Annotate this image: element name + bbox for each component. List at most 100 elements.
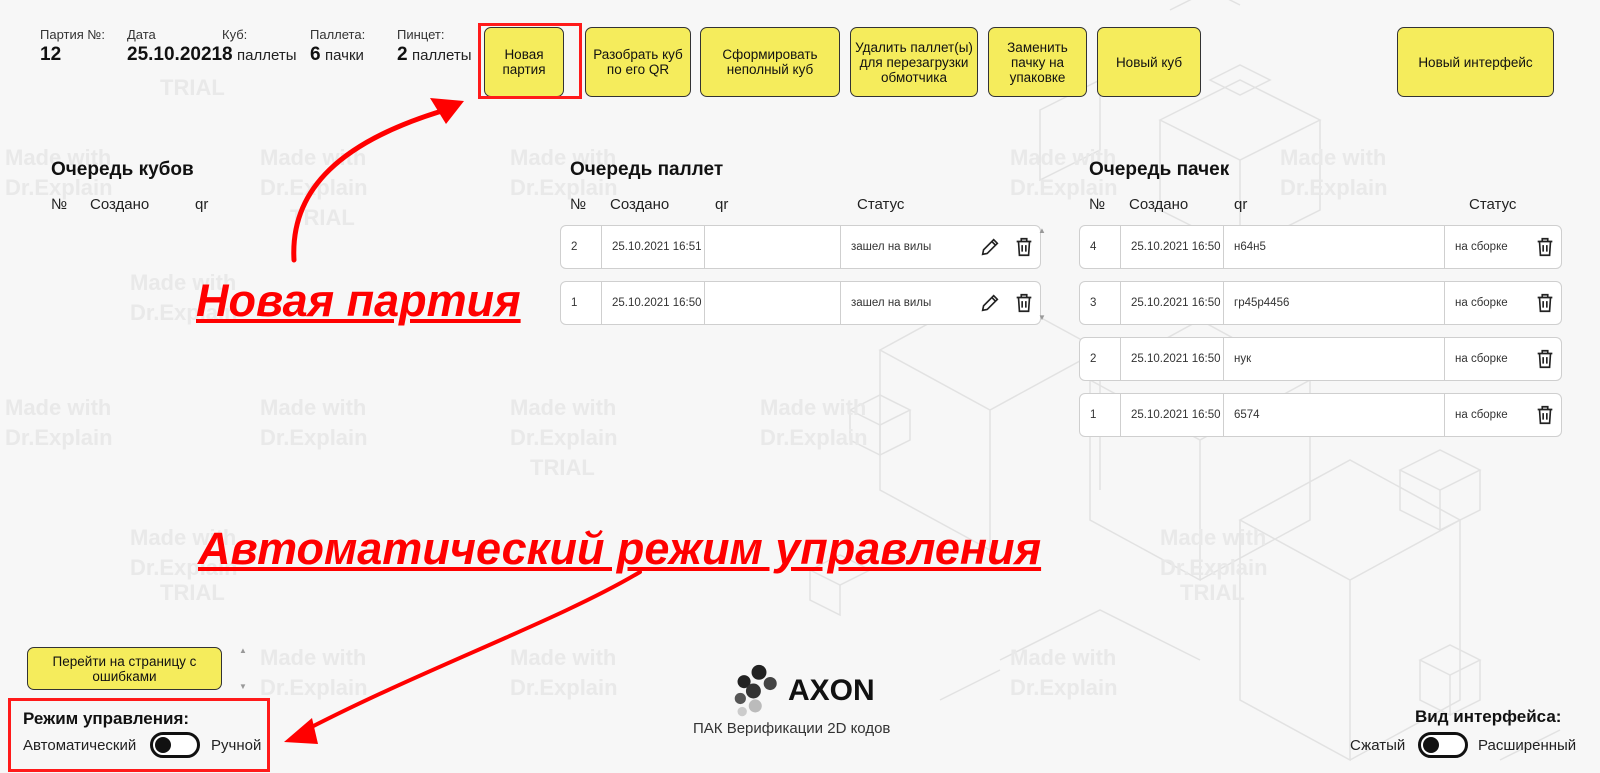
svg-text:TRIAL: TRIAL xyxy=(160,580,225,605)
new-cube-button[interactable]: Новый куб xyxy=(1097,27,1201,97)
row-status: на сборке xyxy=(1455,297,1508,309)
view-mode-compact-label: Сжатый xyxy=(1350,737,1406,754)
scroll-down-icon[interactable]: ▼ xyxy=(239,682,247,691)
svg-text:Made with: Made with xyxy=(510,395,616,420)
trash-icon[interactable] xyxy=(1534,292,1556,314)
svg-text:Dr.Explain: Dr.Explain xyxy=(260,675,368,700)
annotation-new-batch: Новая партия xyxy=(196,275,521,326)
svg-text:Dr.Explain: Dr.Explain xyxy=(1280,175,1388,200)
row-qr: 6574 xyxy=(1224,394,1445,436)
table-row[interactable]: 1 25.10.2021 16:50 зашел на вилы xyxy=(560,281,1041,325)
svg-text:Dr.Explain: Dr.Explain xyxy=(510,675,618,700)
svg-text:Made with: Made with xyxy=(760,395,866,420)
trash-icon[interactable] xyxy=(1534,236,1556,258)
scroll-up-icon[interactable]: ▲ xyxy=(239,646,247,655)
svg-text:Dr.Explain: Dr.Explain xyxy=(510,425,618,450)
view-mode-toggle[interactable] xyxy=(1418,732,1468,758)
date-label: Дата xyxy=(127,27,156,42)
row-status: зашел на вилы xyxy=(851,297,932,309)
tweezers-unit: паллеты xyxy=(412,47,472,64)
cube-unit: паллеты xyxy=(237,47,297,64)
table-row[interactable]: 4 25.10.2021 16:50 н64н5 на сборке xyxy=(1079,225,1562,269)
svg-text:Dr.Explain: Dr.Explain xyxy=(760,425,868,450)
row-num: 1 xyxy=(561,282,602,324)
pallet-col-created: Создано xyxy=(610,196,670,213)
row-created: 25.10.2021 16:51 xyxy=(602,226,705,268)
scroll-up-icon[interactable]: ▲ xyxy=(1038,226,1046,235)
cube-count: 8 паллеты xyxy=(222,44,297,66)
svg-text:Made with: Made with xyxy=(260,145,366,170)
row-num: 2 xyxy=(561,226,602,268)
table-row[interactable]: 3 25.10.2021 16:50 гр45р4456 на сборке xyxy=(1079,281,1562,325)
pack-col-status: Статус xyxy=(1469,196,1517,213)
trash-icon[interactable] xyxy=(1534,348,1556,370)
row-num: 1 xyxy=(1080,394,1121,436)
pack-col-created: Создано xyxy=(1129,196,1189,213)
row-created: 25.10.2021 16:50 xyxy=(1121,282,1224,324)
row-status: на сборке xyxy=(1455,353,1508,365)
errors-page-button[interactable]: Перейти на страницу с ошибками xyxy=(27,647,222,690)
tweezers-count: 2 паллеты xyxy=(397,44,472,66)
scroll-down-icon[interactable]: ▼ xyxy=(1038,313,1046,322)
pencil-icon[interactable] xyxy=(979,236,1001,258)
row-created: 25.10.2021 16:50 xyxy=(1121,338,1224,380)
row-created: 25.10.2021 16:50 xyxy=(1121,226,1224,268)
svg-text:Dr.Explain: Dr.Explain xyxy=(1160,555,1268,580)
pallet-col-num: № xyxy=(570,196,587,213)
cube-col-num: № xyxy=(51,196,68,213)
pencil-icon[interactable] xyxy=(979,292,1001,314)
table-row[interactable]: 2 25.10.2021 16:51 зашел на вилы xyxy=(560,225,1041,269)
annotation-arrows xyxy=(284,98,642,744)
trash-icon[interactable] xyxy=(1534,404,1556,426)
svg-text:Made with: Made with xyxy=(1010,645,1116,670)
table-row[interactable]: 2 25.10.2021 16:50 нук на сборке xyxy=(1079,337,1562,381)
pallet-value: 6 xyxy=(310,44,321,65)
delete-pallets-button[interactable]: Удалить паллет(ы) для перезагрузки обмот… xyxy=(850,27,978,97)
pack-col-qr: qr xyxy=(1234,196,1248,213)
cube-label: Куб: xyxy=(222,27,248,42)
annotation-auto-mode: Автоматический режим управления xyxy=(198,523,1042,574)
control-mode-highlight xyxy=(8,698,270,772)
row-qr xyxy=(705,226,841,268)
view-mode-title: Вид интерфейса: xyxy=(1415,707,1562,726)
row-qr: гр45р4456 xyxy=(1224,282,1445,324)
row-qr: нук xyxy=(1224,338,1445,380)
cube-col-qr: qr xyxy=(195,196,209,213)
brand-subtitle: ПАК Верификации 2D кодов xyxy=(693,720,891,737)
row-created: 25.10.2021 16:50 xyxy=(602,282,705,324)
svg-text:Made with: Made with xyxy=(260,645,366,670)
trash-icon[interactable] xyxy=(1013,292,1035,314)
form-incomplete-cube-button[interactable]: Сформировать неполный куб xyxy=(700,27,840,97)
batch-label: Партия №: xyxy=(40,27,105,42)
cube-queue-title: Очередь кубов xyxy=(51,159,194,180)
tweezers-label: Пинцет: xyxy=(397,27,445,42)
row-qr xyxy=(705,282,841,324)
cube-value: 8 xyxy=(222,44,233,65)
batch-value: 12 xyxy=(40,44,62,65)
svg-text:Made with: Made with xyxy=(510,645,616,670)
new-interface-button[interactable]: Новый интерфейс xyxy=(1397,27,1554,97)
replace-pack-button[interactable]: Заменить пачку на упаковке xyxy=(988,27,1087,97)
svg-text:TRIAL: TRIAL xyxy=(530,455,595,480)
svg-text:TRIAL: TRIAL xyxy=(1180,580,1245,605)
row-status: на сборке xyxy=(1455,241,1508,253)
pack-queue-title: Очередь пачек xyxy=(1089,159,1230,180)
svg-text:Made with: Made with xyxy=(1160,525,1266,550)
row-status: зашел на вилы xyxy=(851,241,932,253)
svg-text:Dr.Explain: Dr.Explain xyxy=(260,425,368,450)
svg-text:Dr.Explain: Dr.Explain xyxy=(260,175,368,200)
tweezers-value: 2 xyxy=(397,44,408,65)
auto-mode-arrow xyxy=(298,570,642,735)
axon-logo-icon xyxy=(734,664,777,717)
disassemble-cube-button[interactable]: Разобрать куб по его QR xyxy=(585,27,691,97)
row-num: 2 xyxy=(1080,338,1121,380)
row-created: 25.10.2021 16:50 xyxy=(1121,394,1224,436)
svg-text:Made with: Made with xyxy=(5,395,111,420)
pallet-count: 6 пачки xyxy=(310,44,364,66)
trash-icon[interactable] xyxy=(1013,236,1035,258)
background-isometric-drawing: Made withDr.Explain Made withDr.Explain … xyxy=(5,0,1561,762)
table-row[interactable]: 1 25.10.2021 16:50 6574 на сборке xyxy=(1079,393,1562,437)
pallet-queue-title: Очередь паллет xyxy=(570,159,724,180)
svg-text:Made with: Made with xyxy=(260,395,366,420)
date-value: 25.10.2021 xyxy=(127,44,223,65)
